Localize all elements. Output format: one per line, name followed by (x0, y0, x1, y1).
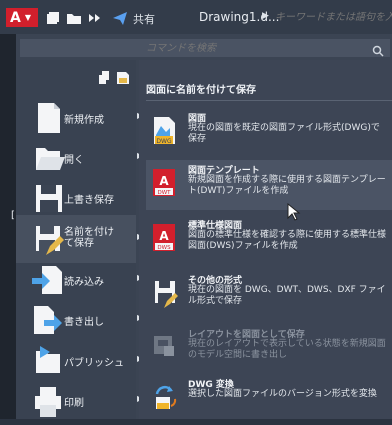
chevron-down-icon: ▼ (24, 13, 31, 22)
dwg-file-icon: DWG (152, 116, 178, 146)
item-description: 現在のレイアウトで表示している状態を新規図面のモデル空間に書き出し (188, 339, 386, 360)
bracket-mark: [ (11, 210, 15, 221)
open-documents-icon[interactable] (115, 69, 131, 89)
search-icon[interactable] (372, 42, 384, 61)
share-label[interactable]: 共有 (133, 11, 155, 27)
label-line-2: て保存 (64, 238, 94, 249)
svg-text:DWG: DWG (156, 138, 172, 145)
svg-text:A: A (159, 174, 169, 188)
item-description: 新規図面を作成する際に使用する図面テンプレート(DWT)ファイルを作成 (188, 175, 386, 196)
item-description: 現在の図面を既定の図面ファイル形式(DWG)で保存 (188, 123, 380, 144)
import-icon (30, 262, 66, 298)
menu-item-label: 新規作成 (64, 115, 104, 126)
menu-item-label: パブリッシュ (64, 358, 124, 369)
save-layout-icon (152, 332, 178, 362)
recent-documents-icon[interactable] (96, 69, 112, 89)
save-other-formats-item[interactable]: その他の形式 現在の図面を DWG、DWT、DWS、DXF ファイル形式で保存 (146, 270, 392, 320)
application-menu-button[interactable]: A ▼ (6, 8, 38, 27)
print-icon (30, 383, 66, 419)
publish-icon (30, 343, 66, 379)
open-folder-icon (30, 140, 66, 176)
submenu-title: 図面に名前を付けて保存 (146, 85, 256, 96)
save-as-icon (30, 221, 66, 257)
export-icon (30, 302, 66, 338)
item-description: 選択した図面ファイルのバージョン形式を変換 (188, 389, 377, 399)
dwt-template-icon: A DWT (152, 168, 178, 198)
menu-item-print[interactable]: 印刷 ▶ (16, 377, 143, 425)
menu-item-label: 書き出し (64, 317, 104, 328)
menu-item-label: 名前を付け て保存 (64, 227, 114, 249)
svg-text:DWT: DWT (157, 190, 171, 196)
label-line-1: 名前を付け (64, 227, 114, 238)
app-logo-letter: A (10, 9, 21, 26)
drawing-area-edge: [ (0, 34, 16, 419)
save-as-standards-item[interactable]: A DWS 標準仕様図面 図面の標準仕様を確認する際に使用する標準仕様図面(DWS… (146, 215, 392, 265)
command-search-input[interactable] (146, 41, 346, 55)
new-drawing-icon (30, 100, 66, 136)
menu-item-label: 読み込み (64, 277, 104, 288)
svg-text:A: A (159, 229, 169, 243)
keyword-search-input[interactable] (275, 8, 392, 26)
more-tools-icon[interactable] (88, 10, 102, 26)
save-as-dwg-item[interactable]: DWG 図面 現在の図面を既定の図面ファイル形式(DWG)で保存 (146, 108, 392, 158)
command-search-box[interactable] (20, 39, 390, 57)
title-bar: A ▼ 共有 Drawing1.d... ▶ (0, 0, 392, 34)
save-layout-as-drawing-item: レイアウトを図面として保存 現在のレイアウトで表示している状態を新規図面のモデル… (146, 324, 392, 374)
item-description: 図面の標準仕様を確認する際に使用する標準仕様図面(DWS)ファイルを作成 (188, 230, 387, 251)
svg-text:DWS: DWS (157, 245, 171, 251)
chevron-right-icon[interactable]: ▶ (262, 11, 269, 21)
new-file-icon[interactable] (46, 10, 60, 26)
dwg-convert-item[interactable]: DWG 変換 選択した図面ファイルのバージョン形式を変換 (146, 374, 392, 424)
dwg-convert-icon (152, 382, 178, 412)
other-formats-icon (152, 278, 178, 308)
dws-standards-icon: A DWS (152, 223, 178, 253)
save-icon (30, 180, 66, 216)
menu-item-label: 上書き保存 (64, 195, 114, 206)
open-folder-icon[interactable] (66, 10, 82, 26)
menu-item-label: 開く (64, 155, 84, 166)
mouse-cursor-icon (287, 202, 301, 225)
menu-item-label: 印刷 (64, 398, 84, 409)
share-icon[interactable] (112, 10, 128, 26)
item-description: 現在の図面を DWG、DWT、DWS、DXF ファイル形式で保存 (188, 285, 386, 306)
save-as-template-item[interactable]: A DWT 図面テンプレート 新規図面を作成する際に使用する図面テンプレート(DW… (146, 160, 392, 210)
recent-documents-buttons (96, 69, 131, 89)
divider (146, 100, 392, 101)
